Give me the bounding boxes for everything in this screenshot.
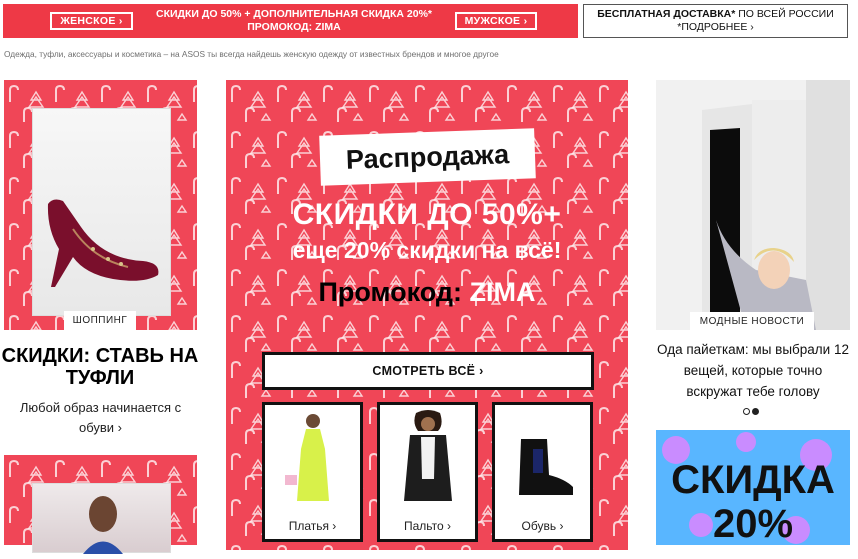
news-headline[interactable]: Ода пайеткам: мы выбрали 12 вещей, котор… [656,339,850,402]
promo-code: ZIMA [469,277,536,307]
second-promo-card[interactable] [4,455,197,554]
product-tile-coats[interactable]: Пальто › [377,402,478,542]
carousel-dots[interactable] [743,402,761,420]
delivery-line-1: БЕСПЛАТНАЯ ДОСТАВКА* ПО ВСЕЙ РОССИИ [584,8,847,21]
see-all-button[interactable]: СМОТРЕТЬ ВСЁ › [262,352,594,390]
promo-code-line: Промокод: ZIMA [226,277,628,308]
shoes-promo-card[interactable] [4,80,197,330]
shoe-image[interactable] [32,108,171,316]
delivery-bold: БЕСПЛАТНАЯ ДОСТАВКА* [597,8,736,20]
sale-banner[interactable]: ЖЕНСКОЕ › СКИДКИ ДО 50% + ДОПОЛНИТЕЛЬНАЯ… [3,4,578,38]
free-delivery-banner[interactable]: БЕСПЛАТНАЯ ДОСТАВКА* ПО ВСЕЙ РОССИИ *ПОД… [583,4,848,38]
women-section-button[interactable]: ЖЕНСКОЕ › [50,12,133,30]
men-section-button[interactable]: МУЖСКОЕ › [455,12,537,30]
news-image[interactable] [656,80,850,330]
product-tile-shoes[interactable]: Обувь › [492,402,593,542]
ad-discount-text: СКИДКА 20% [671,458,835,545]
product-tile-dresses[interactable]: Платья › [262,402,363,542]
shoes-article-title[interactable]: СКИДКИ: СТАВЬ НА ТУФЛИ [0,345,200,389]
carousel-dot-1[interactable] [743,408,750,415]
page-subtitle: Одежда, туфли, аксессуары и косметика – … [4,49,499,59]
dress-icon [285,414,329,501]
jacket-icon [404,410,452,501]
carousel-dot-2[interactable] [752,408,759,415]
banner-line-2: ПРОМОКОД: ZIMA [247,21,341,33]
delivery-more-link[interactable]: *ПОДРОБНЕЕ › [584,21,847,34]
boot-icon [519,439,573,495]
banner-sale-text: СКИДКИ ДО 50% + ДОПОЛНИТЕЛЬНАЯ СКИДКА 20… [139,8,449,34]
sale-promo-panel[interactable]: Распродажа СКИДКИ ДО 50%+ еще 20% скидки… [226,80,628,550]
model-image[interactable] [32,483,171,554]
model-figure-icon [83,496,123,554]
fashion-news-tag[interactable]: МОДНЫЕ НОВОСТИ [690,312,814,332]
celebrity-photo-icon [656,80,850,330]
banner-line-1: СКИДКИ ДО 50% + ДОПОЛНИТЕЛЬНАЯ СКИДКА 20… [155,8,433,20]
discount-ad[interactable]: СКИДКА 20% [656,430,850,545]
shoes-article-desc[interactable]: Любой образ начинается с обуви › [4,398,197,438]
delivery-rest: ПО ВСЕЙ РОССИИ [735,8,834,20]
sale-subheadline: еще 20% скидки на всё! [292,237,562,263]
heel-shoe-icon [47,199,159,287]
product-label-shoes[interactable]: Обувь › [495,519,590,533]
sale-headline: СКИДКИ ДО 50%+ [292,198,562,231]
product-label-dresses[interactable]: Платья › [265,519,360,533]
promo-prefix: Промокод: [318,277,470,307]
shopping-tag[interactable]: ШОППИНГ [64,311,136,331]
sale-label: Распродажа [319,128,536,186]
product-label-coats[interactable]: Пальто › [380,519,475,533]
